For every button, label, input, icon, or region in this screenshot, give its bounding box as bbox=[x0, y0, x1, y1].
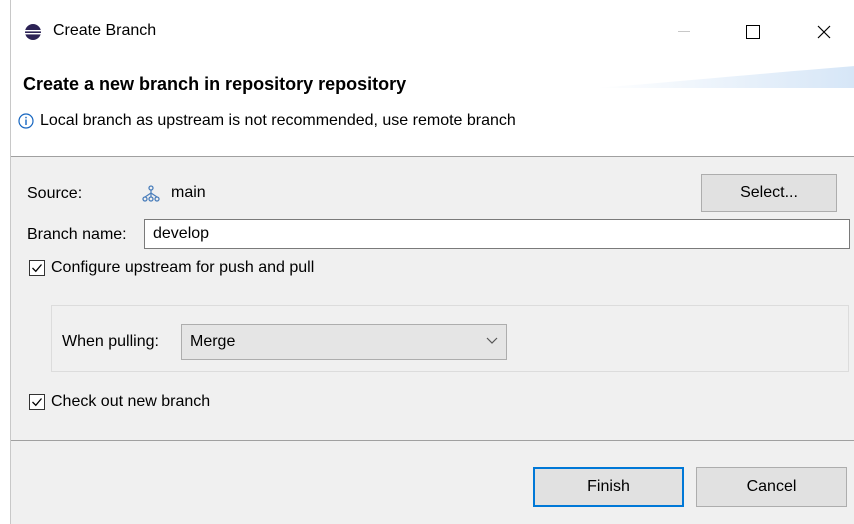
when-pulling-selected-value: Merge bbox=[190, 333, 236, 350]
eclipse-logo-icon bbox=[25, 24, 41, 40]
info-icon bbox=[18, 113, 34, 129]
maximize-icon bbox=[746, 25, 760, 39]
close-button[interactable] bbox=[801, 14, 847, 50]
banner-decoration bbox=[595, 66, 854, 88]
configure-upstream-label[interactable]: Configure upstream for push and pull bbox=[51, 259, 314, 277]
title-bar[interactable]: Create Branch bbox=[11, 0, 854, 64]
checkout-branch-checkbox[interactable] bbox=[29, 394, 45, 410]
minimize-button[interactable] bbox=[661, 14, 707, 50]
cancel-button[interactable]: Cancel bbox=[696, 467, 847, 507]
branch-name-input[interactable] bbox=[144, 219, 850, 249]
dialog-heading: Create a new branch in repository reposi… bbox=[23, 74, 407, 94]
configure-upstream-checkbox[interactable] bbox=[29, 260, 45, 276]
checkmark-icon bbox=[32, 398, 42, 407]
info-message: Local branch as upstream is not recommen… bbox=[18, 112, 516, 130]
branch-name-label: Branch name: bbox=[27, 226, 127, 243]
window-title: Create Branch bbox=[53, 22, 157, 39]
source-branch-value: main bbox=[171, 184, 206, 201]
close-icon bbox=[817, 25, 831, 39]
select-source-button[interactable]: Select... bbox=[701, 174, 837, 212]
when-pulling-dropdown[interactable]: Merge bbox=[181, 324, 507, 360]
source-label: Source: bbox=[27, 185, 83, 202]
create-branch-dialog: Create Branch Create a new branch in rep… bbox=[10, 0, 854, 524]
finish-button[interactable]: Finish bbox=[533, 467, 684, 507]
dialog-header-banner: Create a new branch in repository reposi… bbox=[11, 64, 854, 157]
maximize-button[interactable] bbox=[730, 14, 776, 50]
info-message-text: Local branch as upstream is not recommen… bbox=[40, 112, 516, 129]
branch-icon bbox=[142, 185, 160, 203]
when-pulling-label: When pulling: bbox=[62, 333, 159, 350]
checkout-branch-label[interactable]: Check out new branch bbox=[51, 393, 210, 411]
minimize-icon bbox=[678, 31, 690, 32]
footer-separator bbox=[11, 440, 854, 441]
checkmark-icon bbox=[32, 264, 42, 273]
chevron-down-icon bbox=[486, 337, 498, 344]
